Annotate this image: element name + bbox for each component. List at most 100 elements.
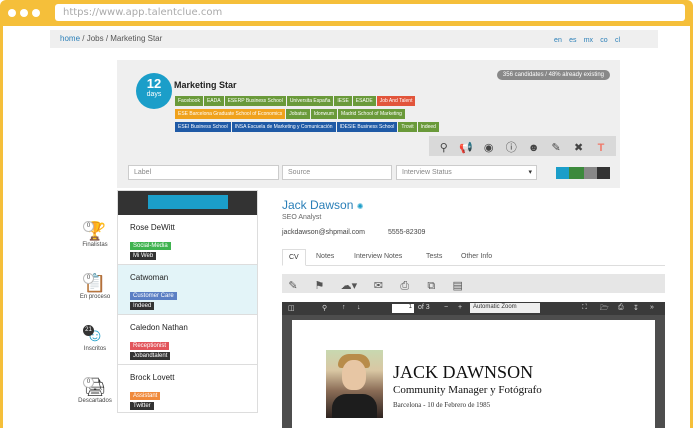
status-color-swatch[interactable] xyxy=(584,167,598,179)
candidate-phone: 5555-82309 xyxy=(388,229,426,236)
talentclue-icon[interactable]: T xyxy=(594,141,608,155)
edit-icon[interactable]: ✎ xyxy=(285,279,301,293)
megaphone-icon[interactable]: 📢 xyxy=(459,141,473,155)
more-icon[interactable]: » xyxy=(650,304,654,311)
candidate-row[interactable]: Catwoman Customer Care Indeed xyxy=(118,265,257,315)
sidebar-toggle-icon[interactable]: ◫ xyxy=(288,304,295,312)
pencil-icon[interactable]: ✎ xyxy=(549,141,563,155)
job-tag[interactable]: Universita España xyxy=(286,96,334,106)
stage-finalistas[interactable]: 0 🏆 Finalistas xyxy=(70,220,120,248)
candidate-row[interactable]: Brock Lovett Assistant Twitter xyxy=(118,365,257,415)
search-icon[interactable]: ⚲ xyxy=(437,141,451,155)
chevron-down-icon: ▾ xyxy=(528,169,532,176)
source-input[interactable]: Source xyxy=(282,165,392,180)
tab-notes[interactable]: Notes xyxy=(310,249,340,266)
cv-name: JACK DAWNSON xyxy=(393,362,534,382)
print-icon[interactable]: ⎙ xyxy=(618,304,624,312)
job-toolbar: ⚲ 📢 ◉ ⓘ ☻ ✎ ✖ T xyxy=(428,136,616,156)
job-tag[interactable]: ESEI Business School xyxy=(175,122,231,132)
stage-inscritos[interactable]: 21 ☺ Inscritos xyxy=(70,324,120,352)
card-icon[interactable]: ▤ xyxy=(450,279,466,293)
address-bar[interactable]: https://www.app.talentclue.com xyxy=(55,4,685,21)
tab-tests[interactable]: Tests xyxy=(420,249,448,266)
job-tag[interactable]: Facebook xyxy=(175,96,203,106)
candidate-row[interactable]: Rose DeWitt Social-Media Mi Web xyxy=(118,215,257,265)
job-tag[interactable]: Idonwum xyxy=(310,109,338,119)
zoom-in-icon[interactable]: + xyxy=(458,304,462,311)
tab-other-info[interactable]: Other Info xyxy=(455,249,498,266)
job-tag[interactable]: Job And Talent xyxy=(376,96,416,106)
candidate-row[interactable]: Caledon Nathan Receptionist Jobandtalent xyxy=(118,315,257,365)
lang-co[interactable]: co xyxy=(600,37,607,44)
breadcrumb-jobs[interactable]: Jobs xyxy=(87,34,104,43)
job-tag[interactable]: ESERP Business School xyxy=(224,96,286,106)
tab-cv[interactable]: CV xyxy=(282,249,306,266)
label-input[interactable]: Label xyxy=(128,165,279,180)
filters-bar: Label Source Interview Status ▾ xyxy=(127,165,620,183)
job-tag[interactable]: Madrid School of Marketing xyxy=(338,109,405,119)
tab-interview-notes[interactable]: Interview Notes xyxy=(348,249,408,266)
job-tag[interactable]: EADA xyxy=(203,96,224,106)
breadcrumb-home[interactable]: home xyxy=(60,34,80,43)
job-tag[interactable]: Trovit xyxy=(398,122,417,132)
job-tag[interactable]: ESE Barcelona Graduate School of Economi… xyxy=(175,109,286,119)
breadcrumb-sep: / xyxy=(80,34,87,43)
interview-status-select[interactable]: Interview Status ▾ xyxy=(396,165,537,180)
cv-place: Barcelona - 10 de Febrero de 1985 xyxy=(393,401,491,409)
job-tag[interactable]: Indeed xyxy=(417,122,439,132)
stage-descartados[interactable]: 0 🖨 Descartados xyxy=(70,376,120,404)
breadcrumb: home / Jobs / Marketing Star xyxy=(60,34,162,43)
zoom-select[interactable]: Automatic Zoom xyxy=(470,303,540,313)
job-tag[interactable]: ESADE xyxy=(352,96,376,106)
stage-en-proceso[interactable]: 0 📋 En proceso xyxy=(70,272,120,300)
status-color-filter[interactable] xyxy=(556,167,610,179)
fullscreen-icon[interactable]: ⛶ xyxy=(582,304,587,312)
window-dot-icon[interactable] xyxy=(20,9,28,17)
print-icon[interactable]: ⎙ xyxy=(397,279,413,293)
arrow-up-icon[interactable]: ↑ xyxy=(342,304,346,311)
detail-tabs: CV Notes Interview Notes Tests Other Inf… xyxy=(282,249,665,266)
download-icon[interactable]: ☁▾ xyxy=(338,279,360,293)
list-header xyxy=(118,191,257,215)
tag-icon[interactable]: ⚑ xyxy=(311,279,327,293)
lang-mx[interactable]: mx xyxy=(584,37,593,44)
window-dot-icon[interactable] xyxy=(8,9,16,17)
candidate-full-name[interactable]: Jack Dawson xyxy=(282,198,353,212)
window-dot-icon[interactable] xyxy=(32,9,40,17)
candidate-name: Rose DeWitt xyxy=(130,223,175,232)
job-tag[interactable]: Jobatus xyxy=(286,109,310,119)
arrow-down-icon[interactable]: ↓ xyxy=(357,304,361,311)
save-icon[interactable]: ↧ xyxy=(633,304,639,312)
eye-icon[interactable]: ◉ xyxy=(482,141,496,155)
close-icon[interactable]: ✖ xyxy=(572,141,586,155)
user-icon[interactable]: ☻ xyxy=(527,141,541,155)
page-number-input[interactable]: 1 xyxy=(392,304,414,313)
lang-en[interactable]: en xyxy=(554,37,562,44)
copy-icon[interactable]: ⧉ xyxy=(423,279,439,293)
cv-actions: ✎ ⚑ ☁▾ ✉ ⎙ ⧉ ▤ xyxy=(282,274,665,293)
zoom-out-icon[interactable]: − xyxy=(444,304,448,311)
list-action-button[interactable] xyxy=(148,195,228,209)
status-color-swatch[interactable] xyxy=(568,167,585,179)
job-tags: Facebook EADA ESERP Business School Univers… xyxy=(175,96,475,135)
stage-count: 0 xyxy=(83,273,94,284)
job-tag[interactable]: IDESIE Business School xyxy=(336,122,398,132)
pdf-page: JACK DAWNSON Community Manager y Fotógra… xyxy=(292,320,655,428)
candidates-pill: 356 candidates / 48% already existing xyxy=(496,70,610,80)
breadcrumb-bar: home / Jobs / Marketing Star en es mx co… xyxy=(50,30,658,48)
job-tag[interactable]: INSA Escuela de Marketing y Comunicación xyxy=(231,122,336,132)
candidate-email[interactable]: jackdawson@shpmail.com xyxy=(282,229,365,236)
search-icon[interactable]: ⚲ xyxy=(322,304,327,312)
mail-icon[interactable]: ✉ xyxy=(370,279,386,293)
job-tag[interactable]: IESE xyxy=(334,96,352,106)
lang-es[interactable]: es xyxy=(569,37,576,44)
stage-count: 0 xyxy=(83,221,94,232)
status-color-swatch[interactable] xyxy=(556,167,569,179)
breadcrumb-current: Marketing Star xyxy=(110,34,163,43)
candidate-position: SEO Analyst xyxy=(282,214,322,221)
open-icon[interactable]: 🗁 xyxy=(600,304,609,315)
info-icon[interactable]: ⓘ xyxy=(504,141,518,155)
lang-cl[interactable]: cl xyxy=(615,37,620,44)
candidate-name: Catwoman xyxy=(130,273,169,282)
status-color-swatch[interactable] xyxy=(597,167,610,179)
